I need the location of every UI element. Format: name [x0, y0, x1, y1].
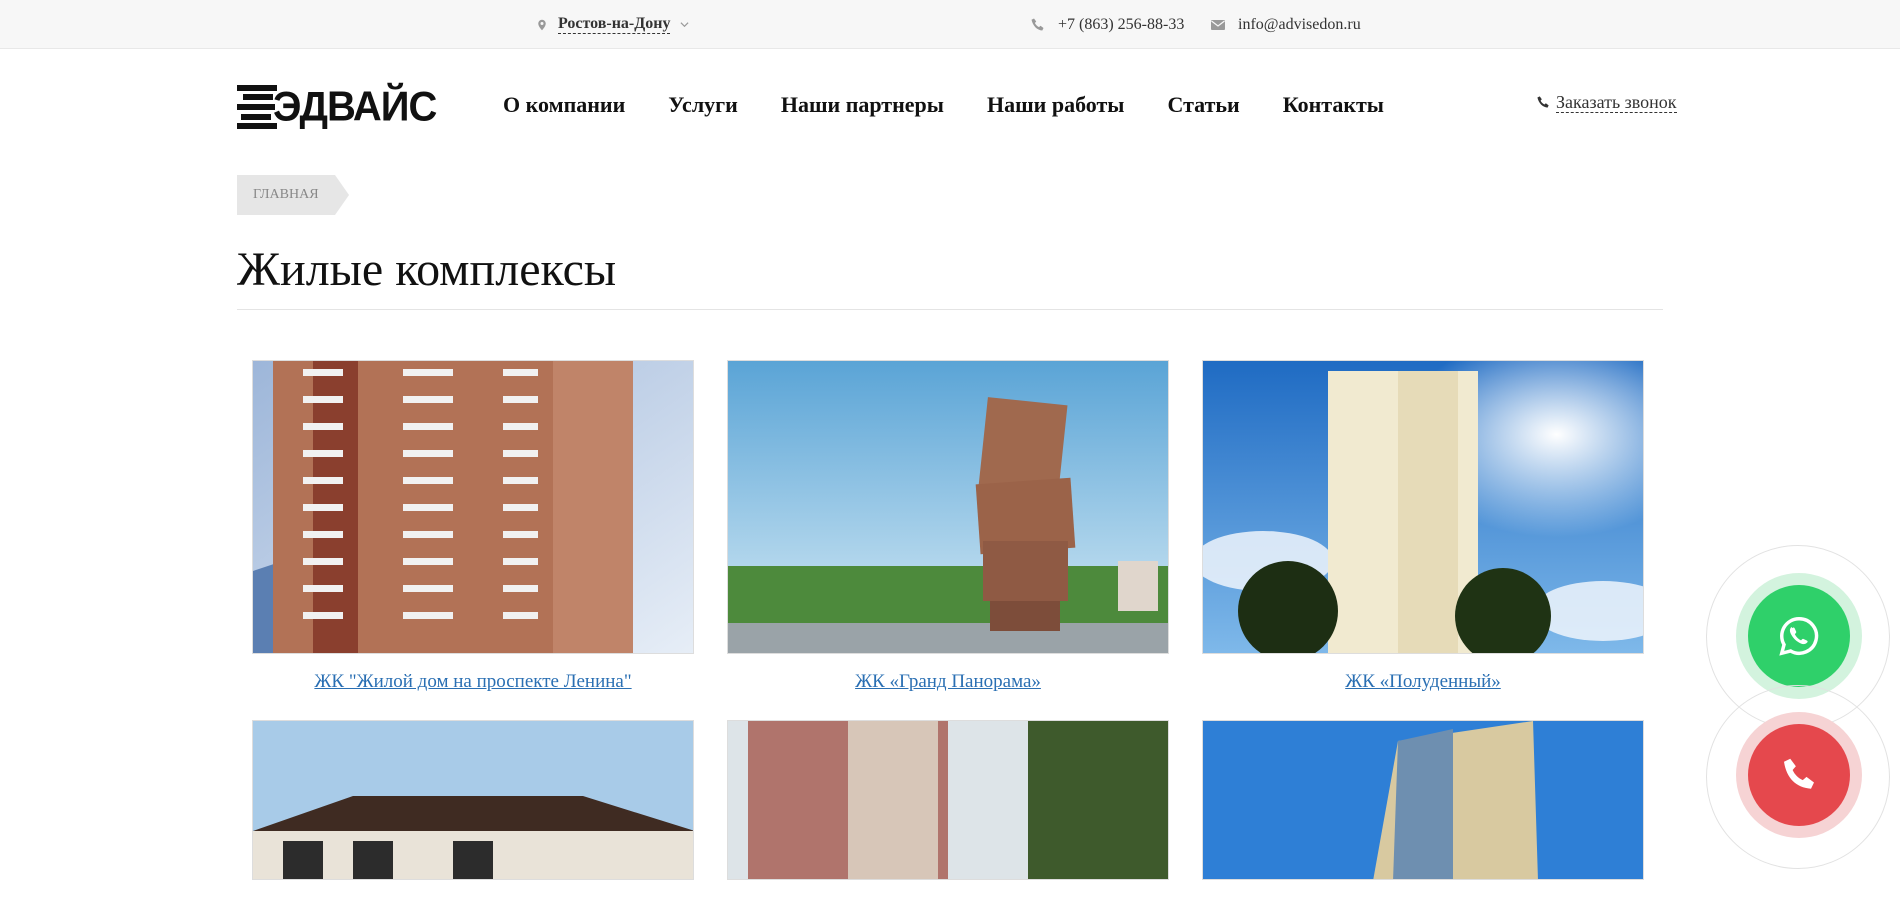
complex-card[interactable] — [252, 720, 694, 897]
map-pin-icon — [538, 19, 546, 30]
complex-card[interactable]: ЖК «Гранд Панорама» — [727, 360, 1169, 693]
phone-handset-icon — [1784, 758, 1814, 789]
complex-link[interactable]: ЖК «Гранд Панорама» — [727, 671, 1169, 693]
phone-icon — [1031, 18, 1044, 30]
complex-image[interactable] — [252, 360, 694, 654]
complex-image[interactable] — [1202, 720, 1644, 880]
complex-card[interactable] — [727, 720, 1169, 897]
complex-card[interactable]: ЖК «Полуденный» — [1202, 360, 1644, 693]
nav-works[interactable]: Наши работы — [987, 92, 1125, 118]
nav-articles[interactable]: Статьи — [1167, 92, 1239, 118]
main-nav: О компании Услуги Наши партнеры Наши раб… — [503, 87, 1427, 123]
whatsapp-button[interactable] — [1748, 585, 1850, 687]
breadcrumb-home[interactable]: Главная — [237, 175, 349, 215]
complex-image[interactable] — [727, 720, 1169, 880]
breadcrumb: Главная — [237, 175, 349, 215]
phone-number[interactable]: +7 (863) 256-88-33 — [1058, 16, 1184, 34]
complex-card[interactable]: ЖК "Жилой дом на проспекте Ленина" — [252, 360, 694, 693]
complex-link[interactable]: ЖК "Жилой дом на проспекте Ленина" — [252, 671, 694, 693]
nav-contacts[interactable]: Контакты — [1283, 92, 1384, 118]
top-email[interactable]: info@advisedon.ru — [1210, 0, 1361, 49]
nav-partners[interactable]: Наши партнеры — [781, 92, 944, 118]
divider — [237, 309, 1663, 310]
nav-services[interactable]: Услуги — [668, 92, 738, 118]
whatsapp-icon — [1779, 617, 1819, 656]
email-address[interactable]: info@advisedon.ru — [1238, 16, 1361, 34]
complex-image[interactable] — [252, 720, 694, 880]
city-selector[interactable]: Ростов-на-Дону — [536, 0, 689, 49]
envelope-icon — [1211, 19, 1225, 30]
page-title: Жилые комплексы — [237, 243, 617, 296]
logo-text: ЭДВАЙС — [273, 83, 437, 131]
complex-card[interactable] — [1202, 720, 1644, 897]
chevron-down-icon[interactable] — [680, 20, 689, 29]
top-phone[interactable]: +7 (863) 256-88-33 — [1030, 0, 1184, 49]
phone-icon — [1537, 96, 1549, 108]
top-bar: Ростов-на-Дону +7 (863) 256-88-33 info@a… — [0, 0, 1900, 49]
site-logo[interactable]: ЭДВАЙС — [237, 84, 463, 130]
call-button[interactable] — [1748, 724, 1850, 826]
callback-label[interactable]: Заказать звонок — [1556, 92, 1677, 113]
complex-image[interactable] — [1202, 360, 1644, 654]
city-name[interactable]: Ростов-на-Дону — [558, 15, 671, 34]
complex-link[interactable]: ЖК «Полуденный» — [1202, 671, 1644, 693]
complex-image[interactable] — [727, 360, 1169, 654]
callback-link[interactable]: Заказать звонок — [1536, 92, 1677, 113]
nav-about[interactable]: О компании — [503, 92, 625, 118]
